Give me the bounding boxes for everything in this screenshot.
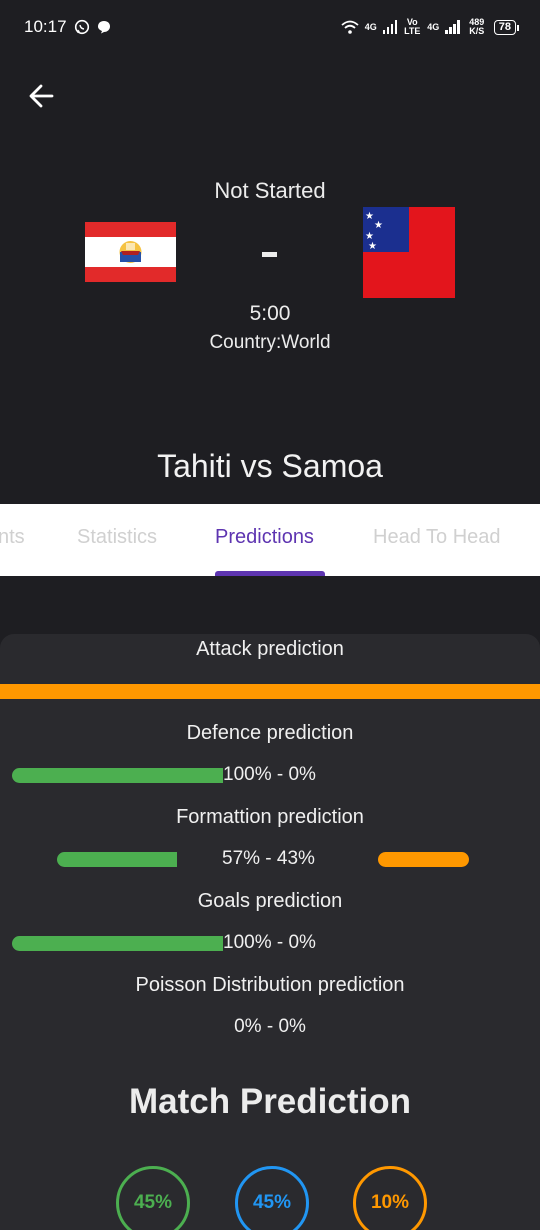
volte-indicator: Vo LTE (404, 17, 421, 36)
away-win-probability: 10% (353, 1166, 427, 1230)
match-title: Tahiti vs Samoa (157, 448, 383, 484)
goals-prediction-value: 100% - 0% (223, 932, 316, 953)
draw-probability: 45% (235, 1166, 309, 1230)
svg-text:★: ★ (365, 211, 374, 222)
back-arrow-icon[interactable] (26, 80, 58, 112)
network-type-1: 4G (364, 22, 377, 32)
clock: 10:17 (24, 17, 67, 36)
match-prediction-title: Match Prediction (129, 1082, 411, 1121)
wifi-icon (341, 20, 359, 34)
tab-statistics[interactable]: Statistics (77, 526, 157, 549)
signal-icon (382, 20, 398, 34)
defence-prediction-value: 100% - 0% (223, 764, 316, 785)
formation-home-bar (56, 852, 177, 867)
battery-level: 78 (498, 20, 511, 33)
whatsapp-icon (74, 19, 89, 35)
svg-text:★: ★ (374, 220, 383, 231)
status-bar: 10:17 4G Vo LTE 4G 489 K/S 78 (0, 0, 540, 54)
goals-prediction-label: Goals prediction (197, 890, 343, 912)
tahiti-flag-icon (85, 222, 176, 282)
network-type-2: 4G (427, 22, 440, 32)
battery-icon: 78 (493, 19, 520, 35)
match-status: Not Started (214, 178, 326, 203)
attack-prediction-bar (0, 684, 540, 699)
active-tab-indicator (215, 571, 325, 576)
svg-text:★: ★ (368, 241, 377, 252)
poisson-prediction-label: Poisson Distribution prediction (135, 974, 405, 996)
tab-predictions[interactable]: Predictions (215, 526, 314, 549)
signal-icon-2 (445, 20, 460, 34)
poisson-prediction-value: 0% - 0% (234, 1016, 306, 1037)
formation-prediction-value: 57% - 43% (222, 848, 315, 869)
net-speed: 489 K/S (469, 17, 485, 36)
match-country: Country:World (209, 332, 331, 353)
chat-bubble-icon (97, 21, 110, 34)
home-win-probability: 45% (116, 1166, 190, 1230)
formation-prediction-label: Formattion prediction (176, 806, 364, 828)
defence-prediction-label: Defence prediction (186, 722, 354, 744)
tab-bar: nts Statistics Predictions Head To Head (0, 504, 540, 576)
tab-head-to-head[interactable]: Head To Head (373, 526, 501, 549)
score-separator (262, 252, 277, 257)
goals-home-bar (12, 936, 223, 951)
formation-away-bar (378, 852, 469, 867)
defence-home-bar (12, 768, 223, 783)
kickoff-time: 5:00 (249, 302, 291, 325)
samoa-flag-icon: ★ ★ ★ ★ (363, 207, 455, 298)
attack-prediction-label: Attack prediction (196, 638, 344, 660)
tab-events[interactable]: nts (0, 526, 25, 549)
